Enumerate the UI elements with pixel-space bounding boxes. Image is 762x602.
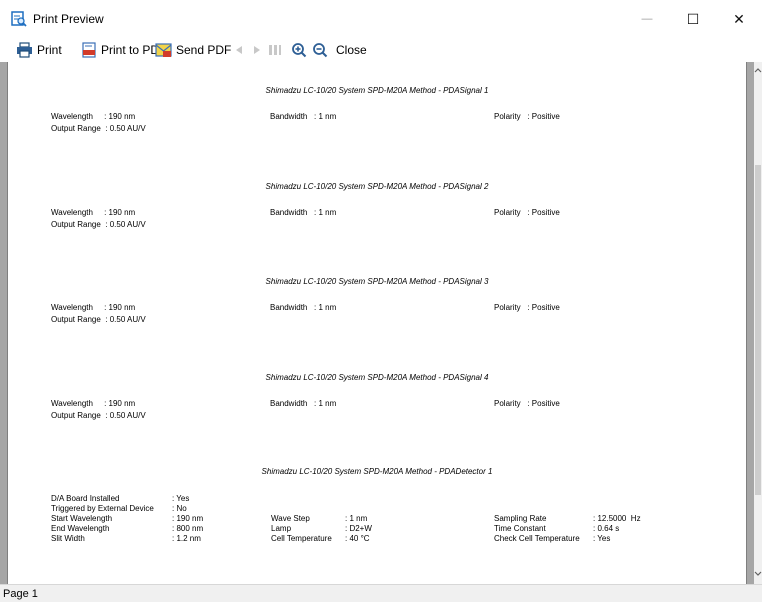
vertical-scrollbar[interactable] xyxy=(754,62,762,584)
preview-area[interactable]: Shimadzu LC-10/20 System SPD-M20A Method… xyxy=(0,62,754,584)
detector-value: : 12.5000 Hz xyxy=(593,514,641,523)
output-range-field: Output Range : 0.50 AU/V xyxy=(51,220,146,229)
close-preview-button[interactable]: Close xyxy=(336,40,367,60)
scrollbar-thumb[interactable] xyxy=(755,165,761,495)
send-mail-icon xyxy=(155,43,172,57)
status-bar: Page 1 xyxy=(0,584,762,602)
printer-icon xyxy=(17,42,32,58)
page-layout-icon[interactable] xyxy=(267,42,283,58)
pdf-icon xyxy=(82,42,96,58)
document-page: Shimadzu LC-10/20 System SPD-M20A Method… xyxy=(7,62,747,584)
detector-title: Shimadzu LC-10/20 System SPD-M20A Method… xyxy=(261,467,493,476)
section-title: Shimadzu LC-10/20 System SPD-M20A Method… xyxy=(265,182,489,191)
polarity-field: Polarity : Positive xyxy=(494,399,560,408)
polarity-field: Polarity : Positive xyxy=(494,112,560,121)
bandwidth-field: Bandwidth : 1 nm xyxy=(270,208,337,217)
maximize-icon: ☐ xyxy=(686,10,700,27)
detector-value: : 1 nm xyxy=(345,514,368,523)
section-title: Shimadzu LC-10/20 System SPD-M20A Method… xyxy=(265,86,489,95)
output-range-field: Output Range : 0.50 AU/V xyxy=(51,411,146,420)
detector-label: Lamp xyxy=(271,524,292,533)
detector-value: : Yes xyxy=(172,494,190,503)
bandwidth-field: Bandwidth : 1 nm xyxy=(270,112,337,121)
wavelength-field: Wavelength : 190 nm xyxy=(51,208,136,217)
zoom-out-icon[interactable] xyxy=(312,42,328,58)
title-bar: Print Preview — ☐ ✕ xyxy=(0,0,762,38)
detector-label: Start Wavelength xyxy=(51,514,113,523)
close-window-button[interactable]: ✕ xyxy=(716,0,762,38)
polarity-field: Polarity : Positive xyxy=(494,208,560,217)
detector-value: : 800 nm xyxy=(172,524,204,533)
output-range-field: Output Range : 0.50 AU/V xyxy=(51,124,146,133)
scroll-down-icon[interactable] xyxy=(754,570,762,578)
scroll-up-icon[interactable] xyxy=(754,66,762,74)
detector-label: End Wavelength xyxy=(51,524,110,533)
section-title: Shimadzu LC-10/20 System SPD-M20A Method… xyxy=(265,373,489,382)
minimize-button[interactable]: — xyxy=(624,0,670,38)
next-page-icon[interactable] xyxy=(249,42,265,58)
detector-label: Time Constant xyxy=(494,524,546,533)
toolbar: Print Print to PDF Send PDF Close xyxy=(0,38,762,62)
detector-label: Check Cell Temperature xyxy=(494,534,580,543)
close-icon: ✕ xyxy=(733,10,745,27)
detector-value: : 40 °C xyxy=(345,534,370,543)
minimize-icon: — xyxy=(641,13,653,25)
section-title: Shimadzu LC-10/20 System SPD-M20A Method… xyxy=(265,277,489,286)
detector-value: : No xyxy=(172,504,187,513)
send-pdf-label: Send PDF xyxy=(176,43,232,57)
print-to-pdf-button[interactable]: Print to PDF xyxy=(81,40,166,60)
wavelength-field: Wavelength : 190 nm xyxy=(51,399,136,408)
polarity-field: Polarity : Positive xyxy=(494,303,560,312)
detector-label: D/A Board Installed xyxy=(51,494,120,503)
maximize-button[interactable]: ☐ xyxy=(670,0,716,38)
bandwidth-field: Bandwidth : 1 nm xyxy=(270,399,337,408)
detector-value: : 0.64 s xyxy=(593,524,620,533)
print-button[interactable]: Print xyxy=(16,40,62,60)
window-title: Print Preview xyxy=(33,12,104,26)
detector-value: : 190 nm xyxy=(172,514,204,523)
bandwidth-field: Bandwidth : 1 nm xyxy=(270,303,337,312)
close-preview-label: Close xyxy=(336,43,367,57)
detector-label: Cell Temperature xyxy=(271,534,332,543)
print-label: Print xyxy=(37,43,62,57)
wavelength-field: Wavelength : 190 nm xyxy=(51,112,136,121)
previous-page-icon[interactable] xyxy=(231,42,247,58)
detector-value: : Yes xyxy=(593,534,611,543)
wavelength-field: Wavelength : 190 nm xyxy=(51,303,136,312)
page-indicator: Page 1 xyxy=(3,588,38,600)
detector-label: Sampling Rate xyxy=(494,514,547,523)
zoom-in-icon[interactable] xyxy=(291,42,307,58)
output-range-field: Output Range : 0.50 AU/V xyxy=(51,315,146,324)
detector-label: Wave Step xyxy=(271,514,310,523)
print-preview-app-icon xyxy=(11,11,27,27)
detector-label: Slit Width xyxy=(51,534,85,543)
detector-label: Triggered by External Device xyxy=(51,504,154,513)
send-pdf-button[interactable]: Send PDF xyxy=(155,40,231,60)
detector-value: : 1.2 nm xyxy=(172,534,201,543)
detector-value: : D2+W xyxy=(345,524,372,533)
